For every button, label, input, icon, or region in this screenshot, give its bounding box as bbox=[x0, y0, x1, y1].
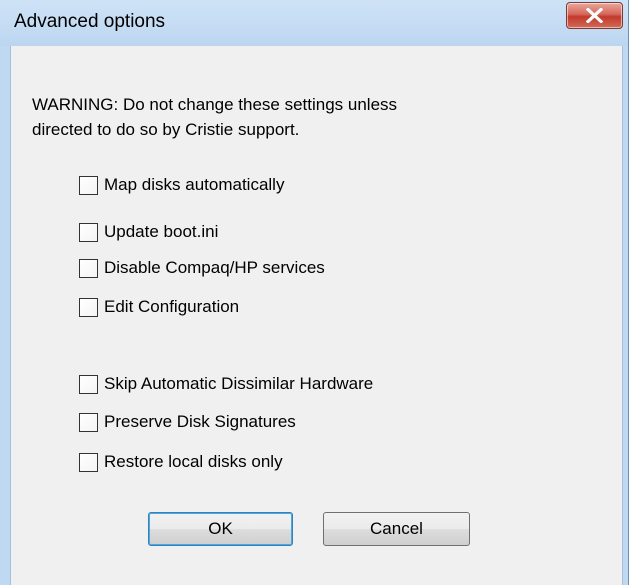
update-boot-ini-label: Update boot.ini bbox=[104, 222, 219, 241]
warning-line-1: WARNING: Do not change these settings un… bbox=[32, 95, 398, 114]
disable-compaq-hp-services-option[interactable]: Disable Compaq/HP services bbox=[79, 256, 325, 280]
edit-configuration-label: Edit Configuration bbox=[104, 297, 240, 316]
ok-button[interactable]: OK bbox=[148, 512, 293, 546]
skip-automatic-dissimilar-hardware-option[interactable]: Skip Automatic Dissimilar Hardware bbox=[79, 372, 373, 396]
preserve-disk-signatures-option[interactable]: Preserve Disk Signatures bbox=[79, 410, 296, 434]
preserve-disk-signatures-checkbox[interactable] bbox=[79, 412, 98, 432]
update-boot-ini-option[interactable]: Update boot.ini bbox=[79, 220, 218, 244]
warning-line-2: directed to do so by Cristie support. bbox=[32, 120, 300, 139]
advanced-options-dialog: Advanced options WARNING: Do not change … bbox=[0, 0, 629, 585]
skip-automatic-dissimilar-hardware-label: Skip Automatic Dissimilar Hardware bbox=[104, 374, 374, 393]
title-bar[interactable]: Advanced options bbox=[0, 0, 628, 46]
edit-configuration-option[interactable]: Edit Configuration bbox=[79, 295, 239, 319]
restore-local-disks-only-checkbox[interactable] bbox=[79, 452, 98, 472]
warning-text: WARNING: Do not change these settings un… bbox=[32, 92, 397, 142]
close-icon bbox=[586, 8, 603, 23]
disable-compaq-hp-services-label: Disable Compaq/HP services bbox=[104, 258, 325, 277]
edit-configuration-checkbox[interactable] bbox=[79, 297, 98, 317]
update-boot-ini-checkbox[interactable] bbox=[79, 222, 98, 242]
preserve-disk-signatures-label: Preserve Disk Signatures bbox=[104, 412, 296, 431]
skip-automatic-dissimilar-hardware-checkbox[interactable] bbox=[79, 374, 98, 394]
disable-compaq-hp-services-checkbox[interactable] bbox=[79, 258, 98, 278]
close-button[interactable] bbox=[566, 2, 623, 29]
restore-local-disks-only-label: Restore local disks only bbox=[104, 452, 283, 471]
dialog-client-area: WARNING: Do not change these settings un… bbox=[10, 46, 623, 585]
map-disks-automatically-label: Map disks automatically bbox=[104, 175, 285, 194]
map-disks-automatically-option[interactable]: Map disks automatically bbox=[79, 173, 284, 197]
window-title: Advanced options bbox=[14, 11, 166, 32]
map-disks-automatically-checkbox[interactable] bbox=[79, 175, 98, 195]
cancel-button[interactable]: Cancel bbox=[323, 512, 470, 546]
restore-local-disks-only-option[interactable]: Restore local disks only bbox=[79, 450, 283, 474]
